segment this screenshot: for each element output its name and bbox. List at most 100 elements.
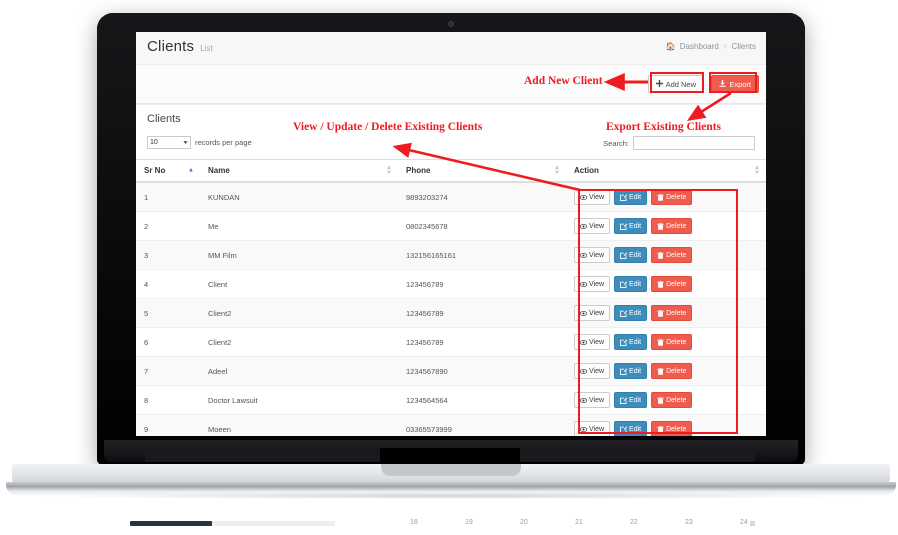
laptop-base-notch <box>381 464 521 476</box>
edit-button[interactable]: Edit <box>614 334 648 350</box>
view-button[interactable]: View <box>574 189 611 205</box>
clients-table: Sr No ▲ Name ▲ ▼ Phone ▲ ▼ Action ▲ ▼ 1 … <box>136 159 766 436</box>
tick-end-marker <box>750 521 755 526</box>
webcam-icon <box>448 21 454 27</box>
edit-button-label: Edit <box>629 251 642 259</box>
delete-button-label: Delete <box>666 367 687 375</box>
view-button[interactable]: View <box>574 247 611 263</box>
edit-button[interactable]: Edit <box>614 392 648 408</box>
tick-label: 22 <box>630 519 638 526</box>
column-header-name[interactable]: Name ▲ ▼ <box>200 159 398 183</box>
view-button-label: View <box>589 280 605 288</box>
timeline-ticks: 18 19 20 21 22 23 24 <box>410 516 760 535</box>
plus-icon <box>655 79 663 89</box>
view-button-label: View <box>589 367 605 375</box>
delete-button[interactable]: Delete <box>651 334 693 350</box>
view-button-label: View <box>589 338 605 346</box>
tick-label: 18 <box>410 519 418 526</box>
column-header-action[interactable]: Action ▲ ▼ <box>566 159 766 183</box>
cell-name: Moeen <box>200 414 398 436</box>
view-button[interactable]: View <box>574 363 611 379</box>
delete-button-label: Delete <box>666 193 687 201</box>
eye-icon <box>580 397 587 404</box>
view-button[interactable]: View <box>574 334 611 350</box>
delete-button[interactable]: Delete <box>651 363 693 379</box>
cell-phone: 123456789 <box>398 298 566 328</box>
edit-button[interactable]: Edit <box>614 305 648 321</box>
delete-button[interactable]: Delete <box>651 392 693 408</box>
delete-button[interactable]: Delete <box>651 189 693 205</box>
delete-button[interactable]: Delete <box>651 421 693 436</box>
sort-icon: ▲ ▼ <box>386 164 392 176</box>
table-row: 4 Client 123456789 View Edit Delete <box>136 269 766 299</box>
edit-button-label: Edit <box>629 222 642 230</box>
add-new-button[interactable]: Add New <box>647 75 704 93</box>
progress-track[interactable] <box>130 521 335 526</box>
edit-button[interactable]: Edit <box>614 421 648 436</box>
table-row: 7 Adeel 1234567890 View Edit Delete <box>136 356 766 386</box>
cell-action: View Edit Delete <box>566 356 766 386</box>
eye-icon <box>580 426 587 433</box>
table-header-row: Sr No ▲ Name ▲ ▼ Phone ▲ ▼ Action ▲ ▼ <box>136 159 766 183</box>
delete-button[interactable]: Delete <box>651 276 693 292</box>
view-button[interactable]: View <box>574 392 611 408</box>
cell-name: Client2 <box>200 327 398 357</box>
cell-phone: 03365573999 <box>398 414 566 436</box>
pencil-square-icon <box>620 425 628 433</box>
edit-button[interactable]: Edit <box>614 276 648 292</box>
breadcrumb-item-dashboard[interactable]: Dashboard <box>680 42 719 51</box>
cell-name: Adeel <box>200 356 398 386</box>
cell-action: View Edit Delete <box>566 327 766 357</box>
delete-button[interactable]: Delete <box>651 247 693 263</box>
pencil-square-icon <box>620 222 628 230</box>
view-button[interactable]: View <box>574 218 611 234</box>
table-controls: 10 ▼ records per page Search: <box>136 129 766 159</box>
export-button[interactable]: Export <box>711 75 759 93</box>
edit-button[interactable]: Edit <box>614 247 648 263</box>
column-header-name-label: Name <box>208 166 230 175</box>
column-header-phone-label: Phone <box>406 166 431 175</box>
laptop-mockup: Clients List 🏠 Dashboard > Clients Add N… <box>0 0 898 535</box>
breadcrumb-item-clients[interactable]: Clients <box>732 42 756 51</box>
delete-button[interactable]: Delete <box>651 305 693 321</box>
view-button[interactable]: View <box>574 276 611 292</box>
trash-icon <box>657 338 664 346</box>
records-per-page-select[interactable]: 10 ▼ <box>147 136 191 149</box>
column-header-phone[interactable]: Phone ▲ ▼ <box>398 159 566 183</box>
cell-srno: 7 <box>136 356 200 386</box>
edit-button-label: Edit <box>629 280 642 288</box>
eye-icon <box>580 252 587 259</box>
edit-button[interactable]: Edit <box>614 189 648 205</box>
trash-icon <box>657 309 664 317</box>
edit-button[interactable]: Edit <box>614 363 648 379</box>
cell-name: Doctor Lawsuit <box>200 385 398 415</box>
sort-icon: ▲ ▼ <box>754 164 760 176</box>
toolbar: Add New Export <box>136 65 766 104</box>
edit-button-label: Edit <box>629 193 642 201</box>
tick-label: 19 <box>465 519 473 526</box>
clients-page: Clients List 🏠 Dashboard > Clients Add N… <box>136 32 766 436</box>
cell-srno: 1 <box>136 182 200 212</box>
delete-button[interactable]: Delete <box>651 218 693 234</box>
card-title: Clients <box>147 113 181 125</box>
view-button[interactable]: View <box>574 421 611 436</box>
view-button[interactable]: View <box>574 305 611 321</box>
cell-action: View Edit Delete <box>566 182 766 212</box>
delete-button-label: Delete <box>666 425 687 433</box>
page-title-wrap: Clients List <box>147 38 213 55</box>
search-control: Search: <box>603 136 755 150</box>
cell-phone: 1234567890 <box>398 356 566 386</box>
bottom-bar: 18 19 20 21 22 23 24 <box>0 516 898 535</box>
cell-name: KUNDAN <box>200 182 398 212</box>
trash-icon <box>657 367 664 375</box>
eye-icon <box>580 194 587 201</box>
pencil-square-icon <box>620 338 628 346</box>
pencil-square-icon <box>620 367 628 375</box>
cell-srno: 4 <box>136 269 200 299</box>
table-row: 5 Client2 123456789 View Edit Delete <box>136 298 766 328</box>
edit-button[interactable]: Edit <box>614 218 648 234</box>
search-input[interactable] <box>633 136 755 150</box>
edit-button-label: Edit <box>629 425 642 433</box>
column-header-srno[interactable]: Sr No ▲ <box>136 159 200 183</box>
pencil-square-icon <box>620 280 628 288</box>
